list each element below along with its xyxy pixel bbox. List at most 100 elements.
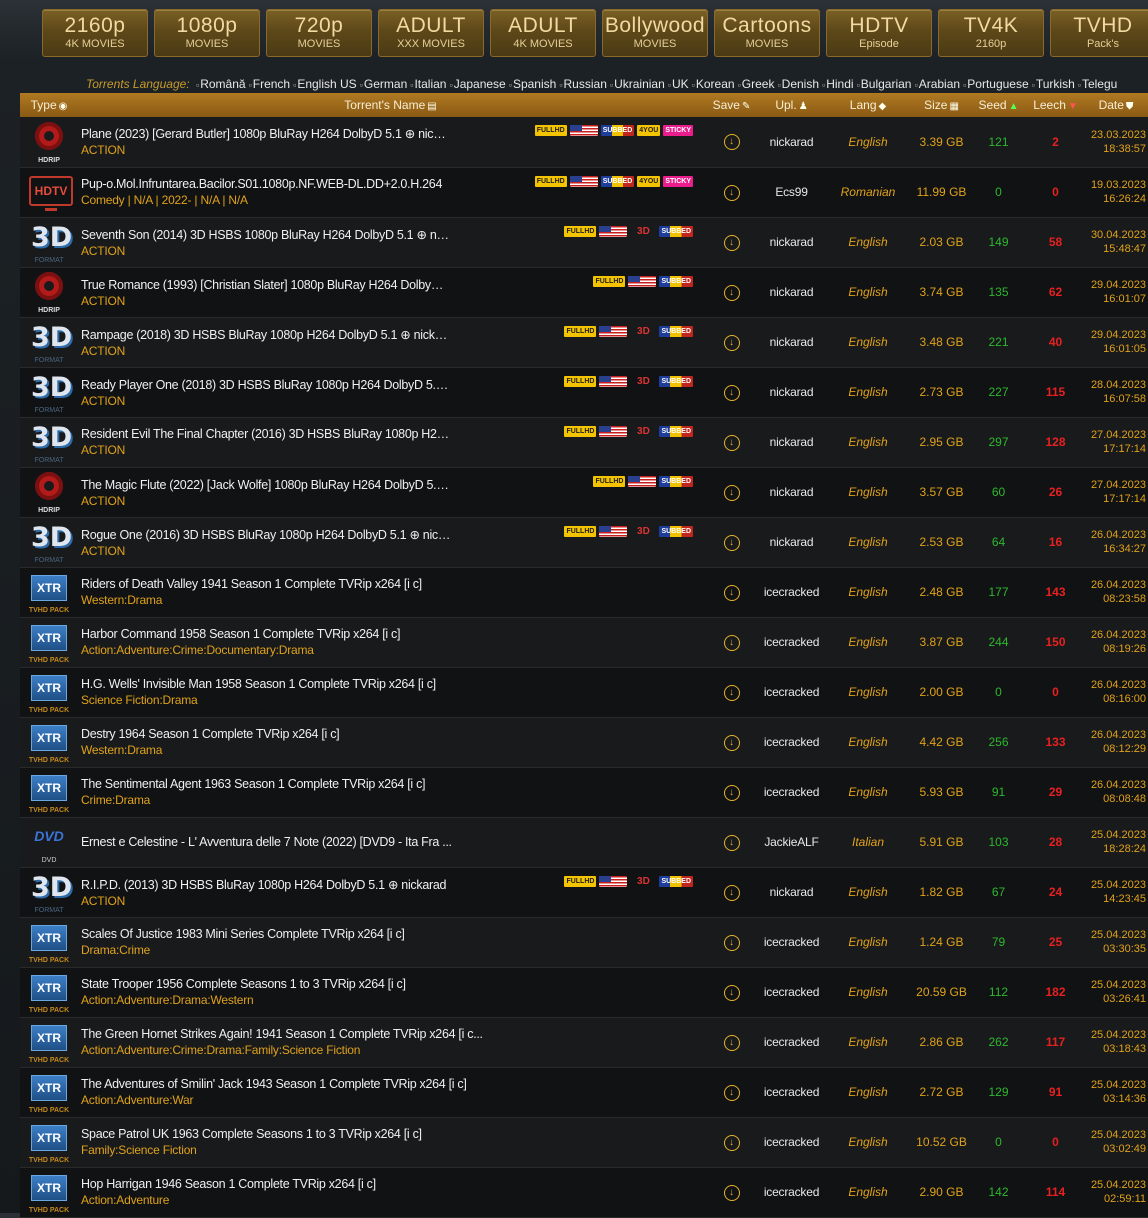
xtr-type-icon[interactable]: XTR TVHD PACK xyxy=(27,670,71,714)
torrent-name-link[interactable]: Hop Harrigan 1946 Season 1 Complete TVRi… xyxy=(81,1177,681,1191)
category-button[interactable]: ADULT 4K MOVIES xyxy=(490,9,596,57)
torrent-name-link[interactable]: The Adventures of Smilin' Jack 1943 Seas… xyxy=(81,1077,681,1091)
category-button[interactable]: 1080p MOVIES xyxy=(154,9,260,57)
col-language[interactable]: Lang ◆ xyxy=(823,93,913,117)
language-link[interactable]: Română xyxy=(196,77,246,91)
col-leech[interactable]: Leech ▼ xyxy=(1027,93,1084,117)
language-link[interactable]: Telegu xyxy=(1078,77,1118,91)
uploader-link[interactable]: JackieALF xyxy=(760,817,823,868)
uploader-link[interactable]: icecracked xyxy=(760,1117,823,1168)
language-link[interactable]: Japanese xyxy=(449,77,505,91)
uploader-link[interactable]: nickarad xyxy=(760,117,823,168)
download-icon[interactable]: ↓ xyxy=(723,934,740,951)
language-link[interactable]: English US xyxy=(293,77,357,91)
hdrip-type-icon[interactable]: HDRIP xyxy=(27,470,71,514)
torrent-name-link[interactable]: Harbor Command 1958 Season 1 Complete TV… xyxy=(81,627,681,641)
category-button[interactable]: 2160p 4K MOVIES xyxy=(42,9,148,57)
download-icon[interactable]: ↓ xyxy=(723,734,740,751)
language-link[interactable]: Portuguese xyxy=(963,77,1029,91)
category-button[interactable]: TV4K 2160p xyxy=(938,9,1044,57)
torrent-name-link[interactable]: Ernest e Celestine - L' Avventura delle … xyxy=(81,835,681,849)
3d-type-icon[interactable]: 3D FORMAT xyxy=(27,520,72,564)
torrent-name-link[interactable]: H.G. Wells' Invisible Man 1958 Season 1 … xyxy=(81,677,681,691)
dvd-type-icon[interactable]: DVD DVD xyxy=(27,820,71,864)
download-icon[interactable]: ↓ xyxy=(723,1184,740,1201)
xtr-type-icon[interactable]: XTR TVHD PACK xyxy=(27,1120,71,1164)
uploader-link[interactable]: icecracked xyxy=(760,1167,823,1218)
col-seed[interactable]: Seed ▲ xyxy=(970,93,1027,117)
col-size[interactable]: Size ▦ xyxy=(913,93,970,117)
torrent-name-link[interactable]: The Green Hornet Strikes Again! 1941 Sea… xyxy=(81,1027,681,1041)
download-icon[interactable]: ↓ xyxy=(723,1084,740,1101)
xtr-type-icon[interactable]: XTR TVHD PACK xyxy=(27,570,71,614)
language-link[interactable]: Russian xyxy=(559,77,607,91)
uploader-link[interactable]: nickarad xyxy=(760,267,823,318)
torrent-name-link[interactable]: Space Patrol UK 1963 Complete Seasons 1 … xyxy=(81,1127,681,1141)
language-link[interactable]: German xyxy=(360,77,408,91)
torrent-name-link[interactable]: Destry 1964 Season 1 Complete TVRip x264… xyxy=(81,727,681,741)
language-link[interactable]: Denish xyxy=(777,77,819,91)
xtr-type-icon[interactable]: XTR TVHD PACK xyxy=(27,1070,71,1114)
download-icon[interactable]: ↓ xyxy=(723,984,740,1001)
uploader-link[interactable]: icecracked xyxy=(760,567,823,618)
uploader-link[interactable]: nickarad xyxy=(760,417,823,468)
language-link[interactable]: Arabian xyxy=(914,77,960,91)
torrent-name-link[interactable]: The Magic Flute (2022) [Jack Wolfe] 1080… xyxy=(81,477,451,492)
uploader-link[interactable]: icecracked xyxy=(760,667,823,718)
3d-type-icon[interactable]: 3D FORMAT xyxy=(27,370,72,414)
download-icon[interactable]: ↓ xyxy=(723,834,740,851)
download-icon[interactable]: ↓ xyxy=(723,1134,740,1151)
torrent-name-link[interactable]: Resident Evil The Final Chapter (2016) 3… xyxy=(81,427,451,441)
language-link[interactable]: Spanish xyxy=(509,77,557,91)
download-icon[interactable]: ↓ xyxy=(723,334,740,351)
download-icon[interactable]: ↓ xyxy=(723,184,740,201)
torrent-name-link[interactable]: Plane (2023) [Gerard Butler] 1080p BluRa… xyxy=(81,126,451,141)
uploader-link[interactable]: nickarad xyxy=(760,217,823,268)
torrent-name-link[interactable]: Seventh Son (2014) 3D HSBS 1080p BluRay … xyxy=(81,227,451,242)
download-icon[interactable]: ↓ xyxy=(723,884,740,901)
category-button[interactable]: Cartoons MOVIES xyxy=(714,9,820,57)
3d-type-icon[interactable]: 3D FORMAT xyxy=(27,220,72,264)
language-link[interactable]: Bulgarian xyxy=(857,77,912,91)
category-button[interactable]: TVHD Pack's xyxy=(1050,9,1148,57)
download-icon[interactable]: ↓ xyxy=(723,134,740,151)
category-button[interactable]: Bollywood MOVIES xyxy=(602,9,708,57)
language-link[interactable]: Ukrainian xyxy=(610,77,665,91)
xtr-type-icon[interactable]: XTR TVHD PACK xyxy=(27,720,71,764)
language-link[interactable]: Greek xyxy=(738,77,775,91)
uploader-link[interactable]: Ecs99 xyxy=(760,167,823,218)
xtr-type-icon[interactable]: XTR TVHD PACK xyxy=(27,620,71,664)
download-icon[interactable]: ↓ xyxy=(723,234,740,251)
xtr-type-icon[interactable]: XTR TVHD PACK xyxy=(27,1170,71,1214)
xtr-type-icon[interactable]: XTR TVHD PACK xyxy=(27,1020,71,1064)
uploader-link[interactable]: icecracked xyxy=(760,967,823,1018)
download-icon[interactable]: ↓ xyxy=(723,784,740,801)
uploader-link[interactable]: icecracked xyxy=(760,1017,823,1068)
language-link[interactable]: Italian xyxy=(410,77,446,91)
torrent-name-link[interactable]: R.I.P.D. (2013) 3D HSBS BluRay 1080p H26… xyxy=(81,877,451,892)
uploader-link[interactable]: icecracked xyxy=(760,1067,823,1118)
download-icon[interactable]: ↓ xyxy=(723,684,740,701)
col-type[interactable]: Type ◉ xyxy=(20,93,78,117)
language-link[interactable]: Hindi xyxy=(822,77,854,91)
torrent-name-link[interactable]: Rogue One (2016) 3D HSBS BluRay 1080p H2… xyxy=(81,527,451,542)
download-icon[interactable]: ↓ xyxy=(723,484,740,501)
language-link[interactable]: Korean xyxy=(692,77,735,91)
3d-type-icon[interactable]: 3D FORMAT xyxy=(27,870,72,914)
torrent-name-link[interactable]: Riders of Death Valley 1941 Season 1 Com… xyxy=(81,577,681,591)
hdtv-type-icon[interactable]: HDTV xyxy=(27,170,73,214)
uploader-link[interactable]: nickarad xyxy=(760,867,823,918)
torrent-name-link[interactable]: State Trooper 1956 Complete Seasons 1 to… xyxy=(81,977,681,991)
torrent-name-link[interactable]: True Romance (1993) [Christian Slater] 1… xyxy=(81,277,451,292)
3d-type-icon[interactable]: 3D FORMAT xyxy=(27,420,72,464)
col-name[interactable]: Torrent's Name ▤ xyxy=(78,93,703,117)
language-link[interactable]: French xyxy=(249,77,291,91)
torrent-name-link[interactable]: The Sentimental Agent 1963 Season 1 Comp… xyxy=(81,777,681,791)
uploader-link[interactable]: nickarad xyxy=(760,367,823,418)
col-uploader[interactable]: Upl. ♟ xyxy=(760,93,823,117)
category-button[interactable]: HDTV Episode xyxy=(826,9,932,57)
uploader-link[interactable]: icecracked xyxy=(760,717,823,768)
uploader-link[interactable]: nickarad xyxy=(760,517,823,568)
torrent-name-link[interactable]: Ready Player One (2018) 3D HSBS BluRay 1… xyxy=(81,377,451,392)
hdrip-type-icon[interactable]: HDRIP xyxy=(27,270,71,314)
